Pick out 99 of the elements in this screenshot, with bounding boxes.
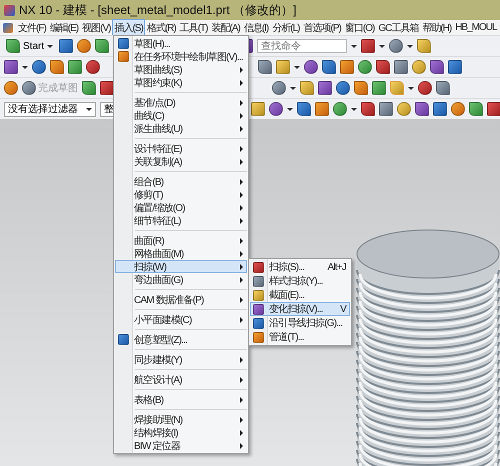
search-field[interactable]: 查找命令 <box>257 39 348 53</box>
caret-icon[interactable] <box>351 44 358 48</box>
menu-item[interactable]: 变化扫掠(V)... V <box>250 302 350 316</box>
menu-bar-item[interactable]: 装配(A) <box>209 18 242 36</box>
start-icon[interactable] <box>6 39 20 53</box>
submenu-arrow-icon <box>240 396 243 402</box>
app-menu-icon[interactable] <box>3 22 13 32</box>
menu-item[interactable]: 关联复制(A) <box>115 155 247 168</box>
caret-icon[interactable] <box>47 44 54 48</box>
menu-item[interactable]: 创意塑型(Z)... <box>115 333 247 346</box>
submenu-arrow-icon <box>240 218 243 224</box>
caret-icon[interactable] <box>351 108 357 110</box>
tool-icon <box>118 51 129 62</box>
menu-item[interactable]: 修剪(T) <box>115 188 247 201</box>
dropdown-value: 没有选择过滤器 <box>8 102 78 116</box>
menu-item[interactable]: BIW 定位器 <box>115 439 247 452</box>
tool-icon <box>253 290 264 300</box>
menu-item[interactable]: 细节特征(L) <box>115 214 247 227</box>
tool-icon <box>253 262 264 272</box>
menu-bar-item[interactable]: 工具(T) <box>178 18 210 36</box>
submenu-arrow-icon <box>240 264 243 270</box>
menu-item[interactable]: 设计特征(E) <box>115 142 247 155</box>
menu-item[interactable]: 网格曲面(M) <box>115 247 247 260</box>
submenu-arrow-icon <box>240 204 243 210</box>
menu-item[interactable]: 沿引导线扫掠(G)... <box>250 316 350 330</box>
menu-item[interactable]: 偏置/缩放(O) <box>115 201 247 214</box>
menu-item[interactable]: 表格(B) <box>115 393 247 406</box>
menu-bar-item[interactable]: 首选项(P) <box>302 18 343 36</box>
menu-item[interactable]: 小平面建模(C) <box>115 313 247 326</box>
tool-icon <box>118 38 129 49</box>
menu-item[interactable]: CAM 数据准备(P) <box>115 293 247 306</box>
window-title: NX 10 - 建模 - [sheet_metal_model1.prt （修改的）] <box>19 2 296 18</box>
caret-icon[interactable] <box>22 66 28 68</box>
menu-bar-item[interactable]: 文件(F) <box>16 18 48 36</box>
submenu-arrow-icon <box>240 376 243 382</box>
menu-item[interactable]: 样式扫掠(Y)... <box>250 274 350 288</box>
submenu-arrow-icon <box>240 146 243 152</box>
submenu-arrow-icon <box>240 158 243 164</box>
menu-bar-item[interactable]: 格式(R) <box>144 18 178 36</box>
tool-icon <box>253 276 264 286</box>
menu-bar-item[interactable]: GC工具箱 <box>376 18 420 36</box>
submenu-arrow-icon <box>240 100 243 106</box>
submenu-arrow-icon <box>240 250 243 256</box>
submenu-arrow-icon <box>240 430 243 436</box>
start-button[interactable]: Start <box>4 39 56 53</box>
menu-item[interactable]: 同步建模(Y) <box>115 353 247 366</box>
tool-icon <box>253 318 264 328</box>
tool-icon <box>118 334 129 345</box>
menu-item[interactable]: 结构焊接(I) <box>115 426 247 439</box>
menu-bar-item[interactable]: HB_MOUL <box>453 20 499 35</box>
caret-icon[interactable] <box>290 86 296 90</box>
shortcut-label: Alt+J <box>326 262 346 272</box>
submenu-arrow-icon <box>240 416 243 422</box>
submenu-arrow-icon <box>240 442 243 448</box>
menu-item[interactable]: 曲线(C) <box>115 109 247 122</box>
menu-item[interactable]: 焊接助理(N) <box>115 413 247 426</box>
submenu-arrow-icon <box>240 296 243 302</box>
caret-icon[interactable] <box>379 44 386 48</box>
menu-item[interactable]: 在任务环境中绘制草图(V)... <box>115 50 247 63</box>
filter-dropdown[interactable]: 没有选择过滤器 <box>4 102 96 116</box>
dropdown-value: 整 <box>104 103 114 116</box>
menu-item[interactable]: 曲面(R) <box>115 234 247 247</box>
submenu-arrow-icon <box>240 126 243 132</box>
menu-item[interactable]: 截面(E)... <box>250 288 350 302</box>
submenu-arrow-icon <box>240 80 243 86</box>
menu-item[interactable]: 组合(B) <box>115 175 247 188</box>
menu-item[interactable]: 基准/点(D) <box>115 96 247 109</box>
menu-item[interactable]: 弯边曲面(G) <box>115 273 247 286</box>
menu-item[interactable]: 草图约束(K) <box>115 76 247 89</box>
submenu-arrow-icon <box>240 356 243 362</box>
menu-item[interactable]: 航空设计(A) <box>115 373 247 386</box>
tool-icon <box>253 304 264 314</box>
caret-icon[interactable] <box>407 44 414 48</box>
submenu-arrow-icon <box>240 66 243 72</box>
caret-icon[interactable] <box>294 66 300 68</box>
menu-bar-item[interactable]: 信息(I) <box>242 18 270 36</box>
menu-bar-item[interactable]: 帮助(H) <box>420 18 454 36</box>
caret-icon[interactable] <box>287 108 293 110</box>
caret-icon[interactable] <box>86 108 92 110</box>
menu-item[interactable]: 派生曲线(U) <box>115 122 247 135</box>
submenu-arrow-icon <box>240 316 243 322</box>
submenu-arrow-icon <box>240 276 243 282</box>
submenu-arrow-icon <box>240 178 243 184</box>
submenu-arrow-icon <box>240 112 243 118</box>
menu-item[interactable]: 扫掠(W) <box>115 260 247 273</box>
menu-bar-item[interactable]: 编辑(E) <box>48 18 80 36</box>
tool-icon <box>253 332 264 342</box>
menu-bar-item[interactable]: 分析(L) <box>270 18 302 36</box>
menu-item[interactable]: 草图(H)... <box>115 37 247 50</box>
caret-icon[interactable] <box>408 86 414 90</box>
menu-item[interactable]: 管道(T)... <box>250 330 350 344</box>
menu-bar-item[interactable]: 视图(V) <box>80 18 112 36</box>
menu-item[interactable]: 扫掠(S)... Alt+J <box>250 260 350 274</box>
submenu-arrow-icon <box>240 238 243 244</box>
submenu-arrow-icon <box>240 192 243 198</box>
menu-bar-item[interactable]: 窗口(O) <box>342 18 376 36</box>
app-logo-icon <box>4 4 15 16</box>
shortcut-label: V <box>339 304 346 314</box>
menu-item[interactable]: 草图曲线(S) <box>115 63 247 76</box>
